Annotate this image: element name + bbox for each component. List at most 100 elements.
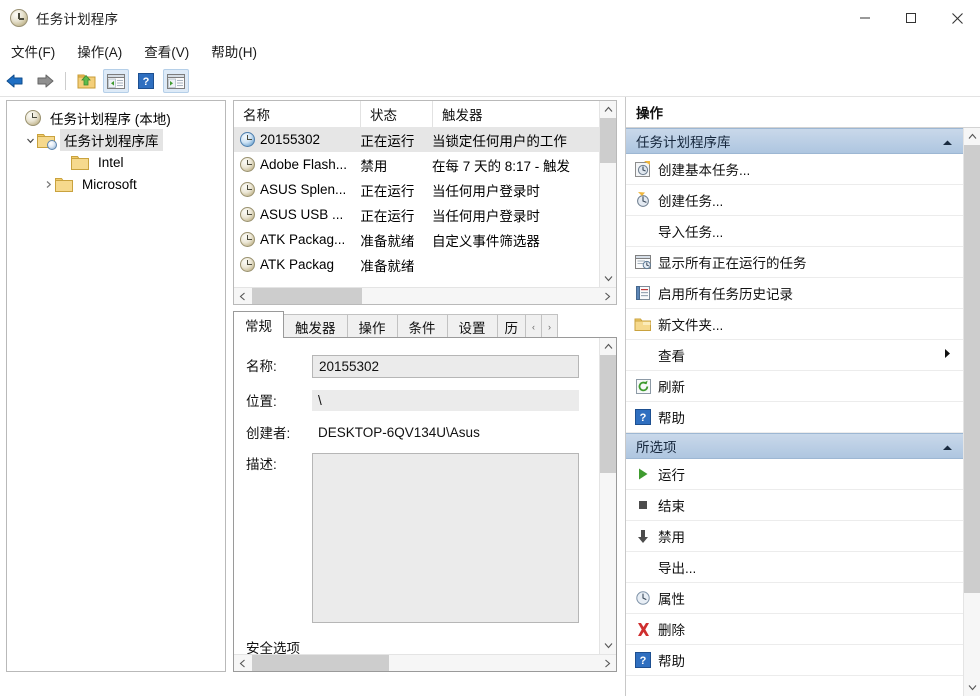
maximize-button[interactable] bbox=[888, 0, 934, 36]
tab-general[interactable]: 常规 bbox=[233, 311, 284, 338]
chevron-right-icon[interactable] bbox=[41, 173, 55, 195]
menu-bar: 文件(F) 操作(A) 查看(V) 帮助(H) bbox=[0, 38, 980, 64]
action-label: 帮助 bbox=[658, 654, 685, 669]
chevron-up-icon[interactable] bbox=[942, 439, 953, 454]
group-task-scheduler-library[interactable]: 任务计划程序库 bbox=[626, 128, 963, 154]
tab-actions[interactable]: 操作 bbox=[346, 314, 398, 338]
task-list-horizontal-scrollbar[interactable] bbox=[234, 287, 616, 304]
menu-help[interactable]: 帮助(H) bbox=[200, 38, 268, 64]
tree-item-label: 任务计划程序 (本地) bbox=[50, 112, 171, 127]
chevron-down-icon[interactable] bbox=[23, 129, 37, 151]
table-row[interactable]: Adobe Flash... 禁用 在每 7 天的 8:17 - 触发 bbox=[234, 152, 601, 177]
column-header-trigger[interactable]: 触发器 bbox=[433, 101, 601, 127]
folder-icon bbox=[55, 177, 73, 192]
task-scheduler-window: 任务计划程序 文件(F) 操作(A) 查看(V) 帮助(H) ? 任务计划程序 … bbox=[0, 0, 980, 696]
task-trigger: 当锁定任何用户的工作 bbox=[431, 133, 567, 149]
action-create-task[interactable]: 创建任务... bbox=[626, 185, 963, 216]
tree-item-task-scheduler-library[interactable]: 任务计划程序库 bbox=[7, 129, 225, 151]
field-author-row: 创建者: DESKTOP-6QV134U\Asus bbox=[234, 422, 616, 443]
scroll-right-button[interactable] bbox=[599, 655, 616, 671]
menu-action[interactable]: 操作(A) bbox=[66, 38, 133, 64]
tab-scroll-right-button[interactable]: › bbox=[541, 314, 558, 338]
scroll-right-button[interactable] bbox=[599, 288, 616, 304]
action-display-running-tasks[interactable]: 显示所有正在运行的任务 bbox=[626, 247, 963, 278]
action-view[interactable]: 查看 bbox=[626, 340, 963, 371]
tab-history[interactable]: 历 bbox=[496, 314, 526, 338]
menu-view[interactable]: 查看(V) bbox=[133, 38, 200, 64]
action-properties[interactable]: 属性 bbox=[626, 583, 963, 614]
tab-scroll-left-button[interactable]: ‹ bbox=[525, 314, 542, 338]
table-row[interactable]: 20155302 正在运行 当锁定任何用户的工作 bbox=[234, 127, 601, 152]
actions-pane-vertical-scrollbar[interactable] bbox=[963, 128, 980, 696]
action-export[interactable]: 导出... bbox=[626, 552, 963, 583]
table-row[interactable]: ASUS Splen... 正在运行 当任何用户登录时 bbox=[234, 177, 601, 202]
action-new-folder[interactable]: 新文件夹... bbox=[626, 309, 963, 340]
action-run[interactable]: 运行 bbox=[626, 459, 963, 490]
location-field: \ bbox=[312, 390, 579, 411]
scroll-up-button[interactable] bbox=[964, 128, 980, 145]
table-row[interactable]: ASUS USB ... 正在运行 当任何用户登录时 bbox=[234, 202, 601, 227]
scroll-down-button[interactable] bbox=[600, 270, 616, 287]
tree-item-task-scheduler-local[interactable]: 任务计划程序 (本地) bbox=[7, 107, 225, 129]
menu-file[interactable]: 文件(F) bbox=[0, 38, 66, 64]
tab-triggers[interactable]: 触发器 bbox=[283, 314, 348, 338]
action-end[interactable]: 结束 bbox=[626, 490, 963, 521]
task-list[interactable]: 名称 状态 触发器 20155302 正在运行 当锁定任何用户的工作 Adobe… bbox=[233, 100, 617, 305]
scroll-down-button[interactable] bbox=[964, 679, 980, 696]
description-field[interactable] bbox=[312, 453, 579, 623]
close-button[interactable] bbox=[934, 0, 980, 36]
field-name-row: 名称: 20155302 bbox=[234, 355, 616, 378]
scrollbar-thumb[interactable] bbox=[252, 655, 389, 671]
details-horizontal-scrollbar[interactable] bbox=[234, 654, 616, 671]
tree-item-intel[interactable]: Intel bbox=[7, 151, 225, 173]
scroll-left-button[interactable] bbox=[234, 655, 251, 671]
name-field[interactable]: 20155302 bbox=[312, 355, 579, 378]
scrollbar-thumb[interactable] bbox=[252, 288, 362, 304]
group-selected-item[interactable]: 所选项 bbox=[626, 433, 963, 459]
forward-button[interactable] bbox=[32, 69, 58, 93]
help-button[interactable]: ? bbox=[133, 69, 159, 93]
table-row[interactable]: ATK Packag... 准备就绪 自定义事件筛选器 bbox=[234, 227, 601, 252]
action-help[interactable]: ? 帮助 bbox=[626, 402, 963, 433]
table-row[interactable]: ATK Packag 准备就绪 bbox=[234, 252, 601, 277]
console-tree[interactable]: 任务计划程序 (本地) 任务计划程序库 Intel Microsoft bbox=[6, 100, 226, 672]
tree-item-microsoft[interactable]: Microsoft bbox=[7, 173, 225, 195]
task-list-vertical-scrollbar[interactable] bbox=[599, 101, 616, 287]
scroll-down-button[interactable] bbox=[600, 637, 616, 654]
action-label: 新文件夹... bbox=[658, 318, 724, 333]
chevron-up-icon[interactable] bbox=[942, 134, 953, 149]
details-vertical-scrollbar[interactable] bbox=[599, 338, 616, 654]
tree-item-label: Intel bbox=[98, 154, 124, 170]
show-action-pane-button[interactable] bbox=[163, 69, 189, 93]
back-button[interactable] bbox=[2, 69, 28, 93]
column-header-name[interactable]: 名称 bbox=[234, 101, 361, 127]
create-basic-task-icon bbox=[628, 160, 658, 178]
action-enable-all-task-history[interactable]: 启用所有任务历史记录 bbox=[626, 278, 963, 309]
action-label: 运行 bbox=[658, 468, 685, 483]
show-console-tree-button[interactable] bbox=[103, 69, 129, 93]
scroll-up-button[interactable] bbox=[600, 338, 616, 355]
action-delete[interactable]: 删除 bbox=[626, 614, 963, 645]
tab-conditions[interactable]: 条件 bbox=[396, 314, 448, 338]
action-create-basic-task[interactable]: 创建基本任务... bbox=[626, 154, 963, 185]
action-disable[interactable]: 禁用 bbox=[626, 521, 963, 552]
scroll-up-button[interactable] bbox=[600, 101, 616, 118]
action-help-selected[interactable]: ? 帮助 bbox=[626, 645, 963, 676]
author-field: DESKTOP-6QV134U\Asus bbox=[318, 425, 480, 440]
task-name: ATK Packag bbox=[260, 257, 335, 272]
task-trigger: 当任何用户登录时 bbox=[431, 208, 540, 224]
action-import-task[interactable]: 导入任务... bbox=[626, 216, 963, 247]
up-one-level-button[interactable] bbox=[73, 69, 99, 93]
scrollbar-thumb[interactable] bbox=[600, 118, 616, 163]
scroll-left-button[interactable] bbox=[234, 288, 251, 304]
tab-settings[interactable]: 设置 bbox=[446, 314, 498, 338]
clock-icon bbox=[240, 232, 255, 247]
column-header-status[interactable]: 状态 bbox=[361, 101, 433, 127]
action-refresh[interactable]: 刷新 bbox=[626, 371, 963, 402]
minimize-button[interactable] bbox=[842, 0, 888, 36]
scrollbar-thumb[interactable] bbox=[964, 145, 980, 593]
scrollbar-thumb[interactable] bbox=[600, 355, 616, 473]
name-label: 名称: bbox=[246, 359, 277, 374]
svg-text:?: ? bbox=[640, 412, 647, 424]
group-header-label: 所选项 bbox=[636, 440, 677, 455]
